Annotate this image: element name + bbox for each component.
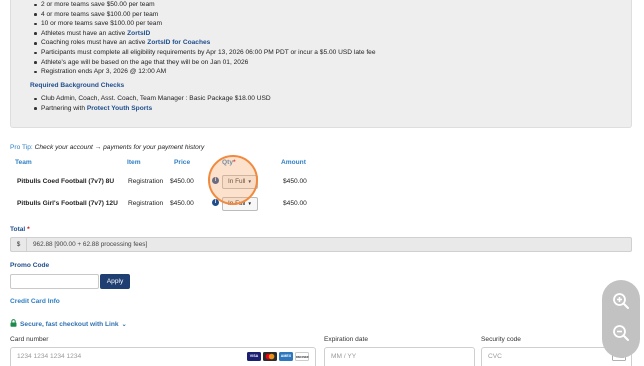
promo-code-input[interactable]	[10, 274, 99, 289]
total-value: 962.88 [900.00 + 62.88 processing fees]	[33, 241, 148, 248]
column-header-team: Team	[15, 159, 32, 166]
expiration-label: Expiration date	[324, 336, 368, 343]
zoom-controls	[602, 280, 640, 358]
age-requirement: Athlete's age will be based on the age t…	[34, 58, 376, 68]
table-row-price: $450.00	[170, 200, 194, 207]
mastercard-icon	[263, 352, 277, 361]
column-header-price: Price	[174, 159, 191, 166]
visa-icon: VISA	[247, 352, 261, 361]
table-row-amount: $450.00	[283, 178, 307, 185]
promo-code-label: Promo Code	[10, 262, 50, 269]
amex-icon: AMEX	[279, 352, 293, 361]
currency-addon: $	[11, 238, 27, 251]
discover-icon: DISCOVER	[295, 352, 309, 361]
zoom-out-button[interactable]	[602, 318, 640, 348]
chevron-down-icon: ⌄	[121, 322, 127, 328]
click-highlight-ring	[208, 155, 258, 205]
link-checkout-toggle[interactable]: Secure, fast checkout with Link ⌄	[10, 319, 127, 329]
column-header-amount: Amount	[281, 159, 306, 166]
expiration-input[interactable]: MM / YY	[324, 347, 475, 366]
pro-tip: Pro Tip: Check your account → payments f…	[10, 144, 204, 151]
table-row-amount: $450.00	[283, 200, 307, 207]
registration-end: Registration ends Apr 3, 2026 @ 12:00 AM	[34, 67, 376, 77]
total-field: $ 962.88 [900.00 + 62.88 processing fees…	[10, 237, 632, 252]
zortsid-link[interactable]: ZortsID	[127, 30, 150, 37]
link-checkout-text[interactable]: Secure, fast checkout with Link	[20, 321, 119, 328]
coaching-requirement: Coaching roles must have an active Zorts…	[34, 38, 376, 48]
zoom-in-icon	[613, 293, 629, 309]
zortsid-coaches-link[interactable]: ZortsID for Coaches	[147, 39, 210, 46]
athletes-requirement: Athletes must have an active ZortsID	[34, 29, 376, 39]
card-number-placeholder: 1234 1234 1234 1234	[17, 353, 82, 360]
zoom-in-button[interactable]	[602, 286, 640, 316]
table-row-team: Pitbulls Girl's Football (7v7) 12U	[17, 200, 118, 207]
security-code-placeholder: CVC	[488, 353, 502, 360]
background-package: Club Admin, Coach, Asst. Coach, Team Man…	[34, 95, 271, 102]
lock-icon	[10, 319, 17, 327]
security-code-label: Security code	[481, 336, 521, 343]
partner-item: Partnering with Protect Youth Sports	[34, 104, 271, 114]
zoom-out-icon	[613, 325, 629, 341]
discount-item: 2 or more teams save $50.00 per team	[34, 0, 376, 10]
eligibility-requirement: Participants must complete all eligibili…	[34, 48, 376, 56]
credit-card-heading: Credit Card Info	[10, 298, 60, 305]
discount-list: 2 or more teams save $50.00 per team 4 o…	[34, 0, 376, 77]
card-number-input[interactable]: 1234 1234 1234 1234 VISA AMEX DISCOVER	[10, 347, 316, 366]
discount-item: 4 or more teams save $100.00 per team	[34, 10, 376, 20]
background-checks-heading: Required Background Checks	[30, 82, 125, 89]
table-row-item: Registration	[128, 200, 164, 207]
table-row-price: $450.00	[170, 178, 194, 185]
apply-button[interactable]: Apply	[100, 274, 130, 289]
card-number-label: Card number	[10, 336, 49, 343]
expiration-placeholder: MM / YY	[331, 353, 357, 360]
table-row-team: Pitbulls Coed Football (7v7) 8U	[17, 178, 115, 185]
table-row-item: Registration	[128, 178, 164, 185]
discount-item: 10 or more teams save $100.00 per team	[34, 19, 376, 29]
protect-youth-sports-link[interactable]: Protect Youth Sports	[87, 105, 152, 112]
pro-tip-text: Check your account → payments for your p…	[34, 144, 205, 151]
registration-info-box: 2 or more teams save $50.00 per team 4 o…	[10, 0, 632, 128]
pro-tip-label: Pro Tip:	[10, 144, 33, 151]
column-header-item: Item	[127, 159, 141, 166]
total-label: Total *	[10, 226, 30, 233]
background-checks-list: Club Admin, Coach, Asst. Coach, Team Man…	[34, 94, 271, 114]
